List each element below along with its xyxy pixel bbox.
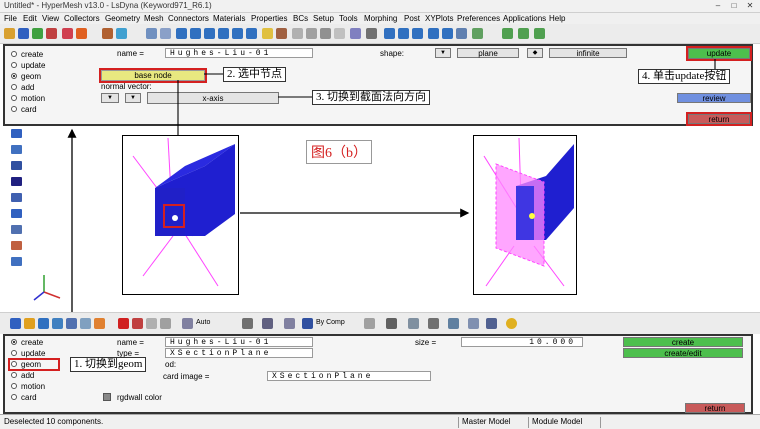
rgdwall-color-label: rgdwall color xyxy=(117,393,162,402)
entity-icon[interactable] xyxy=(94,318,105,329)
star-icon[interactable] xyxy=(506,318,517,329)
cylinder-icon[interactable] xyxy=(146,318,157,329)
radio-motion-bottom[interactable]: motion xyxy=(11,382,45,391)
unmask-icon[interactable] xyxy=(38,318,49,329)
reverse-icon[interactable] xyxy=(52,318,63,329)
transparency-icon[interactable] xyxy=(448,318,459,329)
radio-update-bottom[interactable]: update xyxy=(11,349,45,358)
cube-view-icon[interactable] xyxy=(284,318,295,329)
feature-icon[interactable] xyxy=(428,318,439,329)
master-model-indicator[interactable]: Master Model xyxy=(458,417,510,428)
callout-switch-geom: 1. 切换到geom xyxy=(70,357,147,372)
return-button-bottom[interactable]: return xyxy=(685,403,745,413)
figure-caption: 图6（b） xyxy=(306,140,372,164)
bycomp-label[interactable]: By Comp xyxy=(316,319,345,326)
mask-icon[interactable] xyxy=(24,318,35,329)
size-label: size = xyxy=(415,338,437,347)
geom-highlight-box xyxy=(8,358,60,371)
section-create-panel: create update geom add motion card name … xyxy=(3,334,753,414)
mesh-view-icon[interactable] xyxy=(364,318,375,329)
clip-icon[interactable] xyxy=(468,318,479,329)
auto-label[interactable]: Auto xyxy=(196,319,210,326)
color-swatch-icon[interactable] xyxy=(103,393,111,401)
wire-icon[interactable] xyxy=(242,318,253,329)
comp-icon[interactable] xyxy=(10,318,21,329)
sphere-icon[interactable] xyxy=(132,318,143,329)
node-highlight-box xyxy=(163,204,185,228)
display-toolbar: Auto By Comp xyxy=(0,312,760,334)
figure-before-cube xyxy=(122,135,239,295)
shading-icon[interactable] xyxy=(262,318,273,329)
cube-after-illustration xyxy=(483,137,574,287)
type-field[interactable]: XSectionPlane xyxy=(165,348,313,358)
status-spacer xyxy=(600,417,760,428)
create-button[interactable]: create xyxy=(623,337,743,347)
size-field[interactable]: 10.000 xyxy=(461,337,583,347)
name-field-bottom[interactable]: Hughes-Liu-01 xyxy=(165,337,313,347)
bycomp-icon[interactable] xyxy=(302,318,313,329)
camera-icon[interactable] xyxy=(486,318,497,329)
edges-icon[interactable] xyxy=(408,318,419,329)
radio-add-bottom[interactable]: add xyxy=(11,371,34,380)
find-icon[interactable] xyxy=(80,318,91,329)
status-bar: Deselected 10 components. Master Model M… xyxy=(0,414,760,429)
auto-icon[interactable] xyxy=(182,318,193,329)
method-label: od: xyxy=(165,360,177,369)
name-label-bottom: name = xyxy=(117,338,144,347)
radio-create-bottom[interactable]: create xyxy=(11,338,43,347)
box-icon[interactable] xyxy=(160,318,171,329)
figure-after-plane xyxy=(473,135,577,295)
delete-x-icon[interactable] xyxy=(118,318,129,329)
module-model-indicator[interactable]: Module Model xyxy=(528,417,582,428)
element-view-icon[interactable] xyxy=(386,318,397,329)
display-all-icon[interactable] xyxy=(66,318,77,329)
status-message: Deselected 10 components. xyxy=(4,417,104,426)
card-image-label: card image = xyxy=(163,372,210,381)
radio-card-bottom[interactable]: card xyxy=(11,393,37,402)
create-edit-button[interactable]: create/edit xyxy=(623,348,743,358)
card-image-field[interactable]: XSectionPlane xyxy=(267,371,431,381)
